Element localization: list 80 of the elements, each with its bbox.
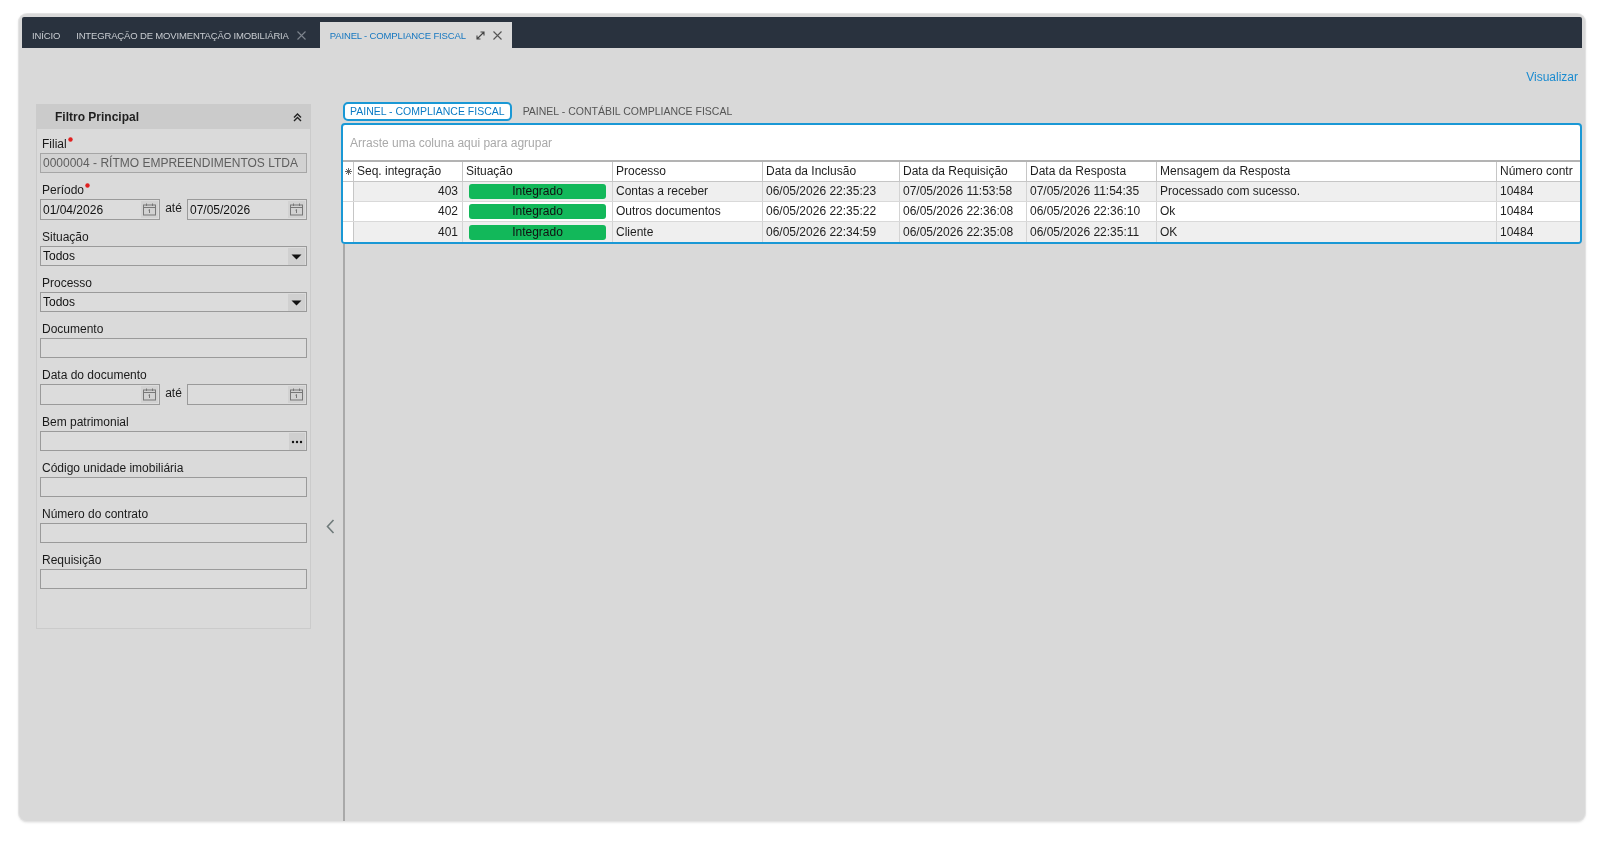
range-separator: até <box>164 201 183 215</box>
table-cell-text: 10484 <box>1499 183 1535 200</box>
field-label: Período <box>42 182 85 198</box>
group-by-hint: Arraste uma coluna aqui para agrupar <box>350 135 553 150</box>
dropdown[interactable]: Todos <box>40 292 307 312</box>
field-label: Requisição <box>42 552 102 568</box>
tab[interactable]: INÍCIO <box>24 22 69 48</box>
table-cell: 06/05/2026 22:35:22 <box>763 202 900 221</box>
double-chevron-icon[interactable] <box>293 112 302 122</box>
calendar-icon[interactable] <box>141 386 158 403</box>
column-header[interactable]: Data da Requisição <box>900 162 1027 181</box>
status-badge: Integrado <box>469 184 606 199</box>
column-header[interactable]: Mensagem da Resposta <box>1157 162 1497 181</box>
calendar-icon[interactable] <box>288 201 305 218</box>
table-cell: OK <box>1157 222 1497 242</box>
column-header[interactable]: Situação <box>463 162 613 181</box>
tab[interactable]: PAINEL - COMPLIANCE FISCAL <box>343 102 512 121</box>
field-label: Documento <box>42 321 104 337</box>
table-cell-text: 10484 <box>1499 223 1535 241</box>
column-header[interactable]: Data da Inclusão <box>763 162 900 181</box>
table-row[interactable]: 402 Integrado Outros documentos 06/05/2026 22:35:22 06/05/2026 22:36:08 06/05/2026 22:36:10 Ok 10484 <box>343 202 1580 222</box>
column-header[interactable]: Processo <box>613 162 763 181</box>
text-field[interactable] <box>40 523 307 543</box>
tab[interactable]: PAINEL - COMPLIANCE FISCAL <box>319 22 512 48</box>
field-label: Número do contrato <box>42 506 149 522</box>
text-field[interactable] <box>40 338 307 358</box>
field-label: Código unidade imobiliária <box>42 460 184 476</box>
field-label: Situação <box>42 229 89 245</box>
panel-title: Filtro Principal <box>55 110 139 124</box>
table-cell: Contas a receber <box>613 182 763 201</box>
status-badge: Integrado <box>469 204 606 219</box>
table-cell: 06/05/2026 22:36:08 <box>900 202 1027 221</box>
field-label: Filial <box>42 136 67 152</box>
date-field[interactable]: 07/05/2026 <box>187 199 307 220</box>
table-cell: Ok <box>1157 202 1497 221</box>
row-indicator[interactable] <box>343 222 354 242</box>
dropdown-caret-icon[interactable] <box>288 293 305 311</box>
column-header[interactable]: Seq. integração <box>354 162 463 181</box>
close-icon[interactable] <box>296 30 306 40</box>
table-cell: 07/05/2026 11:53:58 <box>900 182 1027 201</box>
table-cell: 07/05/2026 11:54:35 <box>1027 182 1157 201</box>
date-field[interactable] <box>40 384 160 405</box>
table-cell: Processado com sucesso. <box>1157 182 1497 201</box>
column-header[interactable]: Número contr <box>1497 162 1580 181</box>
table-cell: 06/05/2026 22:34:59 <box>763 222 900 242</box>
table-cell-text: 10484 <box>1499 203 1535 220</box>
tab[interactable]: INTEGRAÇÃO DE MOVIMENTAÇÃO IMOBILIÁRIA <box>68 22 314 48</box>
status-badge: Integrado <box>469 224 606 240</box>
expand-icon[interactable] <box>475 30 485 40</box>
close-icon[interactable] <box>492 30 502 40</box>
text-field[interactable] <box>40 477 307 497</box>
asterisk-icon <box>344 168 352 175</box>
tab[interactable]: PAINEL - CONTÁBIL COMPLIANCE FISCAL <box>515 102 740 121</box>
table-cell: 402 <box>354 202 463 221</box>
table-cell: 06/05/2026 22:36:10 <box>1027 202 1157 221</box>
table-cell: 06/05/2026 22:35:23 <box>763 182 900 201</box>
calendar-icon[interactable] <box>288 386 305 403</box>
field-label: Processo <box>42 275 93 291</box>
lookup-field[interactable] <box>40 431 307 451</box>
table-row[interactable]: 403 Integrado Contas a receber 06/05/2026 22:35:23 07/05/2026 11:53:58 07/05/2026 11:54:35 Processado com sucesso. 10484 <box>343 182 1580 202</box>
text-field[interactable] <box>40 569 307 589</box>
table-row[interactable]: 401 Integrado Cliente 06/05/2026 22:34:59 06/05/2026 22:35:08 06/05/2026 22:35:11 OK 10484 <box>343 222 1580 242</box>
row-indicator[interactable] <box>343 182 354 201</box>
table-cell: 06/05/2026 22:35:08 <box>900 222 1027 242</box>
dropdown-caret-icon[interactable] <box>288 247 305 265</box>
dropdown[interactable]: Todos <box>40 246 307 266</box>
field-label: Bem patrimonial <box>42 414 129 430</box>
ellipsis-icon[interactable] <box>289 432 305 450</box>
chevron-left-icon[interactable] <box>326 519 335 534</box>
calendar-icon[interactable] <box>141 201 158 218</box>
table-cell: 06/05/2026 22:35:11 <box>1027 222 1157 242</box>
range-separator: até <box>164 386 183 400</box>
date-field[interactable]: 01/04/2026 <box>40 199 160 220</box>
column-header[interactable]: Data da Resposta <box>1027 162 1157 181</box>
field-label: Data do documento <box>42 367 147 383</box>
table-cell: 401 <box>354 222 463 242</box>
table-cell: Cliente <box>613 222 763 242</box>
table-cell: Outros documentos <box>613 202 763 221</box>
date-field[interactable] <box>187 384 307 405</box>
table-cell: 403 <box>354 182 463 201</box>
